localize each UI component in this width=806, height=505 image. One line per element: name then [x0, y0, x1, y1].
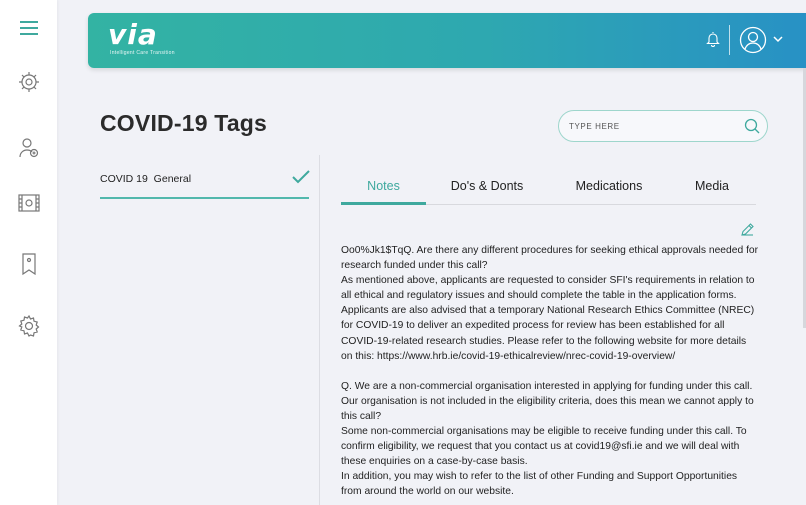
logo-tagline: Intelligent Care Transition: [110, 50, 175, 56]
search-input[interactable]: [569, 118, 739, 134]
tag-list-item[interactable]: COVID 19 General: [100, 163, 310, 199]
notes-paragraph: Oo0%Jk1$TqQ. Are there any different pro…: [341, 245, 759, 272]
notes-paragraph: In addition, you may wish to refer to th…: [341, 471, 738, 498]
chevron-down-icon[interactable]: [773, 35, 783, 43]
logo-text: via: [108, 18, 158, 51]
tab-notes[interactable]: Notes: [341, 179, 426, 193]
notification-bell-icon[interactable]: [706, 31, 720, 47]
sidebar: [0, 0, 57, 505]
notes-content: Oo0%Jk1$TqQ. Are there any different pro…: [341, 243, 759, 500]
search-icon[interactable]: [744, 118, 760, 134]
edit-pencil-icon[interactable]: [740, 222, 755, 237]
notes-paragraph: Applicants are also advised that a tempo…: [341, 305, 755, 362]
page-title: COVID-19 Tags: [100, 110, 268, 136]
notes-paragraph: As mentioned above, applicants are reque…: [341, 275, 755, 302]
panel-divider: [319, 155, 320, 505]
hamburger-menu-icon[interactable]: [16, 15, 42, 41]
tab-media[interactable]: Media: [677, 179, 747, 193]
tab-medications[interactable]: Medications: [559, 179, 659, 193]
app-logo[interactable]: via Intelligent Care Transition: [108, 18, 175, 57]
tag-label: COVID 19 General: [100, 173, 192, 185]
patient-user-icon[interactable]: [16, 135, 42, 161]
search-box: [558, 110, 768, 142]
dashboard-gear-icon[interactable]: [16, 69, 42, 95]
checkmark-icon: [292, 170, 310, 184]
active-tab-indicator: [341, 202, 426, 205]
media-film-icon[interactable]: [16, 190, 42, 216]
notes-paragraph: Q. We are a non-commercial organisation …: [341, 380, 754, 422]
tab-bar: Notes Do's & Donts Medications Media: [341, 171, 756, 205]
header-bar: via Intelligent Care Transition: [88, 13, 806, 68]
header-divider: [729, 25, 730, 55]
user-avatar-icon[interactable]: [739, 26, 767, 54]
settings-gear-icon[interactable]: [16, 313, 42, 339]
tag-bookmark-icon[interactable]: [16, 251, 42, 277]
notes-paragraph: Some non-commercial organisations may be…: [341, 426, 747, 468]
tab-dos-donts[interactable]: Do's & Donts: [437, 179, 537, 193]
